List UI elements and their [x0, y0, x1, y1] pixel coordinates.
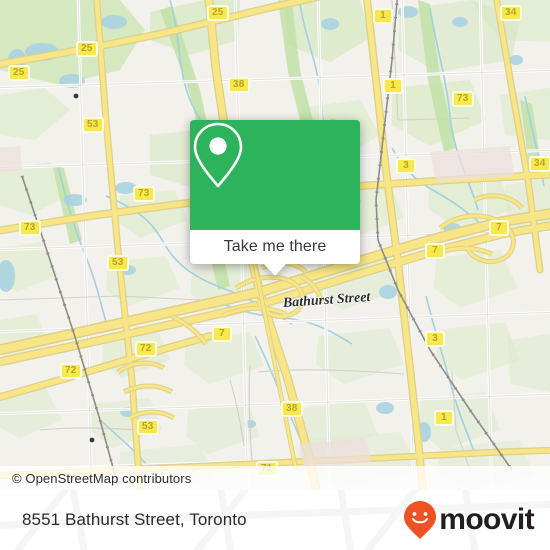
- route-shield[interactable]: 73: [452, 91, 474, 107]
- route-shield[interactable]: 38: [228, 77, 250, 93]
- location-callout-card[interactable]: Take me there: [190, 120, 360, 276]
- route-shield[interactable]: 53: [107, 255, 129, 271]
- route-shield[interactable]: 38: [281, 401, 303, 417]
- map-attribution[interactable]: © OpenStreetMap contributors: [0, 466, 550, 490]
- route-shield[interactable]: 72: [135, 341, 157, 357]
- route-shield[interactable]: 3: [396, 158, 416, 174]
- route-shield[interactable]: 25: [8, 65, 30, 81]
- footer-bar: 8551 Bathurst Street, Toronto moovit: [0, 490, 550, 550]
- route-shield[interactable]: 34: [529, 156, 550, 172]
- route-shield[interactable]: 72: [60, 363, 82, 379]
- callout-pointer-tail: [264, 264, 286, 276]
- route-shield[interactable]: 7: [489, 220, 509, 236]
- route-shield[interactable]: 7: [212, 326, 232, 342]
- route-shield[interactable]: 25: [76, 41, 98, 57]
- map-canvas[interactable]: 25 1 34 25 1 73 25 38 53 3 34 73 73 7 7 …: [0, 0, 550, 490]
- route-shield[interactable]: 7: [425, 243, 445, 259]
- location-pin-icon: [193, 122, 243, 188]
- route-shield[interactable]: 53: [137, 419, 159, 435]
- route-shield[interactable]: 53: [82, 117, 104, 133]
- route-shield[interactable]: 1: [373, 8, 393, 24]
- address-label: 8551 Bathurst Street, Toronto: [22, 510, 247, 529]
- route-shield[interactable]: 3: [425, 331, 445, 347]
- route-shield[interactable]: 25: [207, 5, 229, 21]
- route-shield[interactable]: 34: [500, 5, 522, 21]
- moovit-pin-icon: [404, 501, 437, 539]
- route-shield[interactable]: 1: [434, 410, 454, 426]
- route-shield[interactable]: 73: [133, 186, 155, 202]
- take-me-there-button[interactable]: Take me there: [190, 230, 360, 264]
- moovit-logo[interactable]: moovit: [403, 500, 535, 540]
- route-shield[interactable]: 73: [19, 220, 41, 236]
- moovit-map-screenshot: 25 1 34 25 1 73 25 38 53 3 34 73 73 7 7 …: [0, 0, 550, 550]
- route-shield[interactable]: 1: [383, 78, 403, 94]
- moovit-wordmark: moovit: [439, 503, 534, 536]
- callout-header: [190, 120, 360, 230]
